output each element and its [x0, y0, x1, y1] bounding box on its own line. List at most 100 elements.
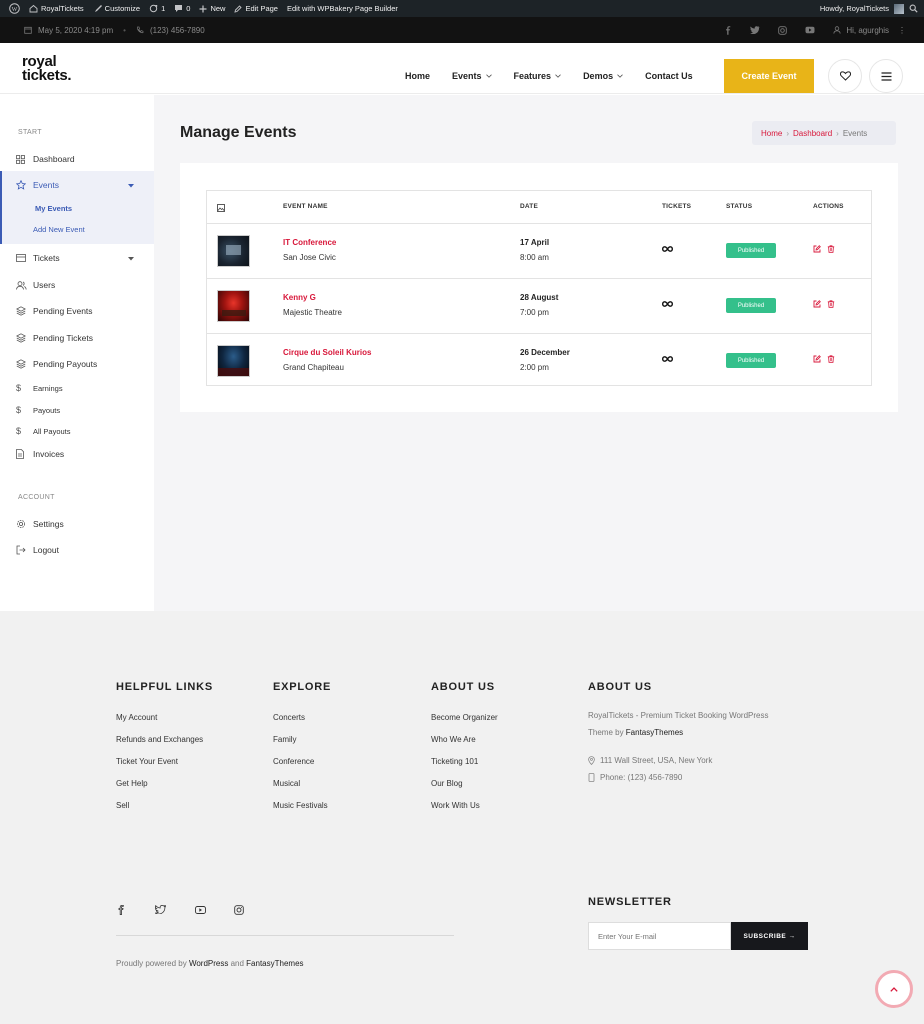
chevron-down-icon [485, 74, 492, 78]
nav-contact[interactable]: Contact Us [645, 71, 693, 81]
sidebar-item-events[interactable]: Events [0, 175, 154, 195]
footer-about-line-1: RoyalTickets - Premium Ticket Booking Wo… [588, 711, 769, 720]
sidebar-item-users[interactable]: Users [0, 275, 154, 295]
twitter-icon[interactable] [155, 905, 166, 914]
admin-new-link[interactable]: New [199, 4, 225, 13]
hamburger-icon [881, 71, 891, 81]
edit-icon[interactable] [813, 355, 821, 363]
users-icon [16, 280, 27, 290]
footer-about-brand-link[interactable]: FantasyThemes [626, 728, 683, 737]
pencil-icon [234, 4, 243, 13]
footer-link[interactable]: Concerts [273, 713, 305, 722]
footer-link[interactable]: Ticketing 101 [431, 757, 478, 766]
wordpress-logo-icon[interactable]: W [9, 3, 20, 14]
breadcrumb-home[interactable]: Home [761, 129, 782, 138]
footer-link[interactable]: Our Blog [431, 779, 463, 788]
footer-link[interactable]: Sell [116, 801, 129, 810]
event-date: 28 August [520, 293, 559, 302]
breadcrumb-dashboard[interactable]: Dashboard [793, 129, 832, 138]
column-header-date: DATE [520, 203, 539, 210]
newsletter-email-input[interactable] [588, 922, 731, 950]
nav-demos[interactable]: Demos [583, 71, 623, 81]
sidebar-item-pending-tickets[interactable]: Pending Tickets [0, 328, 154, 348]
wishlist-button[interactable] [828, 59, 862, 93]
site-logo[interactable]: royal tickets. [22, 54, 72, 83]
footer-heading-explore: EXPLORE [273, 681, 332, 693]
trash-icon[interactable] [827, 245, 835, 253]
nav-home[interactable]: Home [405, 71, 430, 81]
instagram-icon[interactable] [234, 905, 244, 915]
sidebar-item-label: All Payouts [33, 426, 71, 436]
admin-avatar[interactable] [894, 3, 904, 14]
menu-button[interactable] [869, 59, 903, 93]
trash-icon[interactable] [827, 355, 835, 363]
search-icon[interactable] [909, 4, 918, 13]
youtube-icon[interactable] [195, 906, 206, 914]
table-row: Kenny G Majestic Theatre 28 August 7:00 … [207, 278, 871, 333]
layers-icon [16, 359, 26, 369]
sidebar-item-logout[interactable]: Logout [0, 540, 154, 560]
event-name-link[interactable]: Cirque du Soleil Kurios [283, 348, 371, 357]
footer-heading-about-us-2: ABOUT US [588, 681, 652, 693]
footer-link[interactable]: Conference [273, 757, 314, 766]
infinity-icon [662, 246, 673, 252]
footer-link[interactable]: My Account [116, 713, 157, 722]
topbar-date: May 5, 2020 4:19 pm [38, 25, 114, 35]
chevron-down-icon [617, 74, 623, 78]
admin-edit-page-link[interactable]: Edit Page [234, 4, 278, 13]
sidebar-item-invoices[interactable]: Invoices [0, 444, 154, 464]
admin-howdy[interactable]: Howdy, RoyalTickets [820, 4, 889, 13]
footer-link[interactable]: Family [273, 735, 297, 744]
edit-icon[interactable] [813, 245, 821, 253]
footer-link[interactable]: Work With Us [431, 801, 480, 810]
sidebar-item-payouts[interactable]: $ Payouts [0, 400, 154, 420]
sidebar-item-pending-payouts[interactable]: Pending Payouts [0, 354, 154, 374]
facebook-icon[interactable] [724, 25, 732, 35]
footer-link[interactable]: Become Organizer [431, 713, 498, 722]
admin-comments-link[interactable]: 0 [174, 4, 190, 13]
subscribe-button[interactable]: SUBSCRIBE → [731, 922, 808, 950]
infinity-icon [662, 356, 673, 362]
svg-text:W: W [12, 7, 18, 13]
sidebar-item-tickets[interactable]: Tickets [0, 248, 154, 268]
admin-wpbakery-link[interactable]: Edit with WPBakery Page Builder [287, 4, 398, 13]
sidebar-item-pending-events[interactable]: Pending Events [0, 301, 154, 321]
nav-features[interactable]: Features [514, 71, 562, 81]
scroll-to-top-button[interactable] [875, 970, 913, 1008]
event-name-link[interactable]: IT Conference [283, 238, 336, 247]
sidebar-subitem-my-events[interactable]: My Events [35, 204, 72, 213]
admin-updates-link[interactable]: 1 [149, 4, 165, 13]
sidebar-item-earnings[interactable]: $ Earnings [0, 378, 154, 398]
sidebar-item-dashboard[interactable]: Dashboard [0, 149, 154, 169]
admin-site-name: RoyalTickets [41, 4, 84, 13]
admin-site-link[interactable]: RoyalTickets [29, 4, 84, 13]
footer-link[interactable]: Musical [273, 779, 300, 788]
fantasythemes-link[interactable]: FantasyThemes [246, 959, 303, 968]
facebook-icon[interactable] [117, 905, 125, 915]
edit-icon[interactable] [813, 300, 821, 308]
instagram-icon[interactable] [778, 25, 788, 35]
sidebar-subitem-add-new-event[interactable]: Add New Event [33, 225, 85, 234]
trash-icon[interactable] [827, 300, 835, 308]
main-nav: Home Events Features Demos Contact Us [405, 66, 715, 86]
event-thumbnail[interactable] [217, 345, 250, 377]
sidebar-item-settings[interactable]: Settings [0, 514, 154, 534]
event-name-link[interactable]: Kenny G [283, 293, 316, 302]
status-badge: Published [726, 243, 776, 258]
footer-link[interactable]: Get Help [116, 779, 148, 788]
nav-events[interactable]: Events [452, 71, 492, 81]
twitter-icon[interactable] [750, 26, 760, 34]
event-thumbnail[interactable] [217, 290, 250, 322]
home-icon [29, 4, 38, 13]
wordpress-link[interactable]: WordPress [189, 959, 228, 968]
create-event-button[interactable]: Create Event [724, 59, 814, 93]
sidebar-item-all-payouts[interactable]: $ All Payouts [0, 421, 154, 441]
event-thumbnail[interactable] [217, 235, 250, 267]
footer-link[interactable]: Music Festivals [273, 801, 328, 810]
footer-link[interactable]: Ticket Your Event [116, 757, 178, 766]
footer-link[interactable]: Who We Are [431, 735, 476, 744]
footer-link[interactable]: Refunds and Exchanges [116, 735, 203, 744]
topbar-user-link[interactable]: Hi, agurghis ⋮ [833, 26, 906, 35]
admin-customize-link[interactable]: Customize [93, 4, 140, 13]
youtube-icon[interactable] [805, 26, 815, 34]
